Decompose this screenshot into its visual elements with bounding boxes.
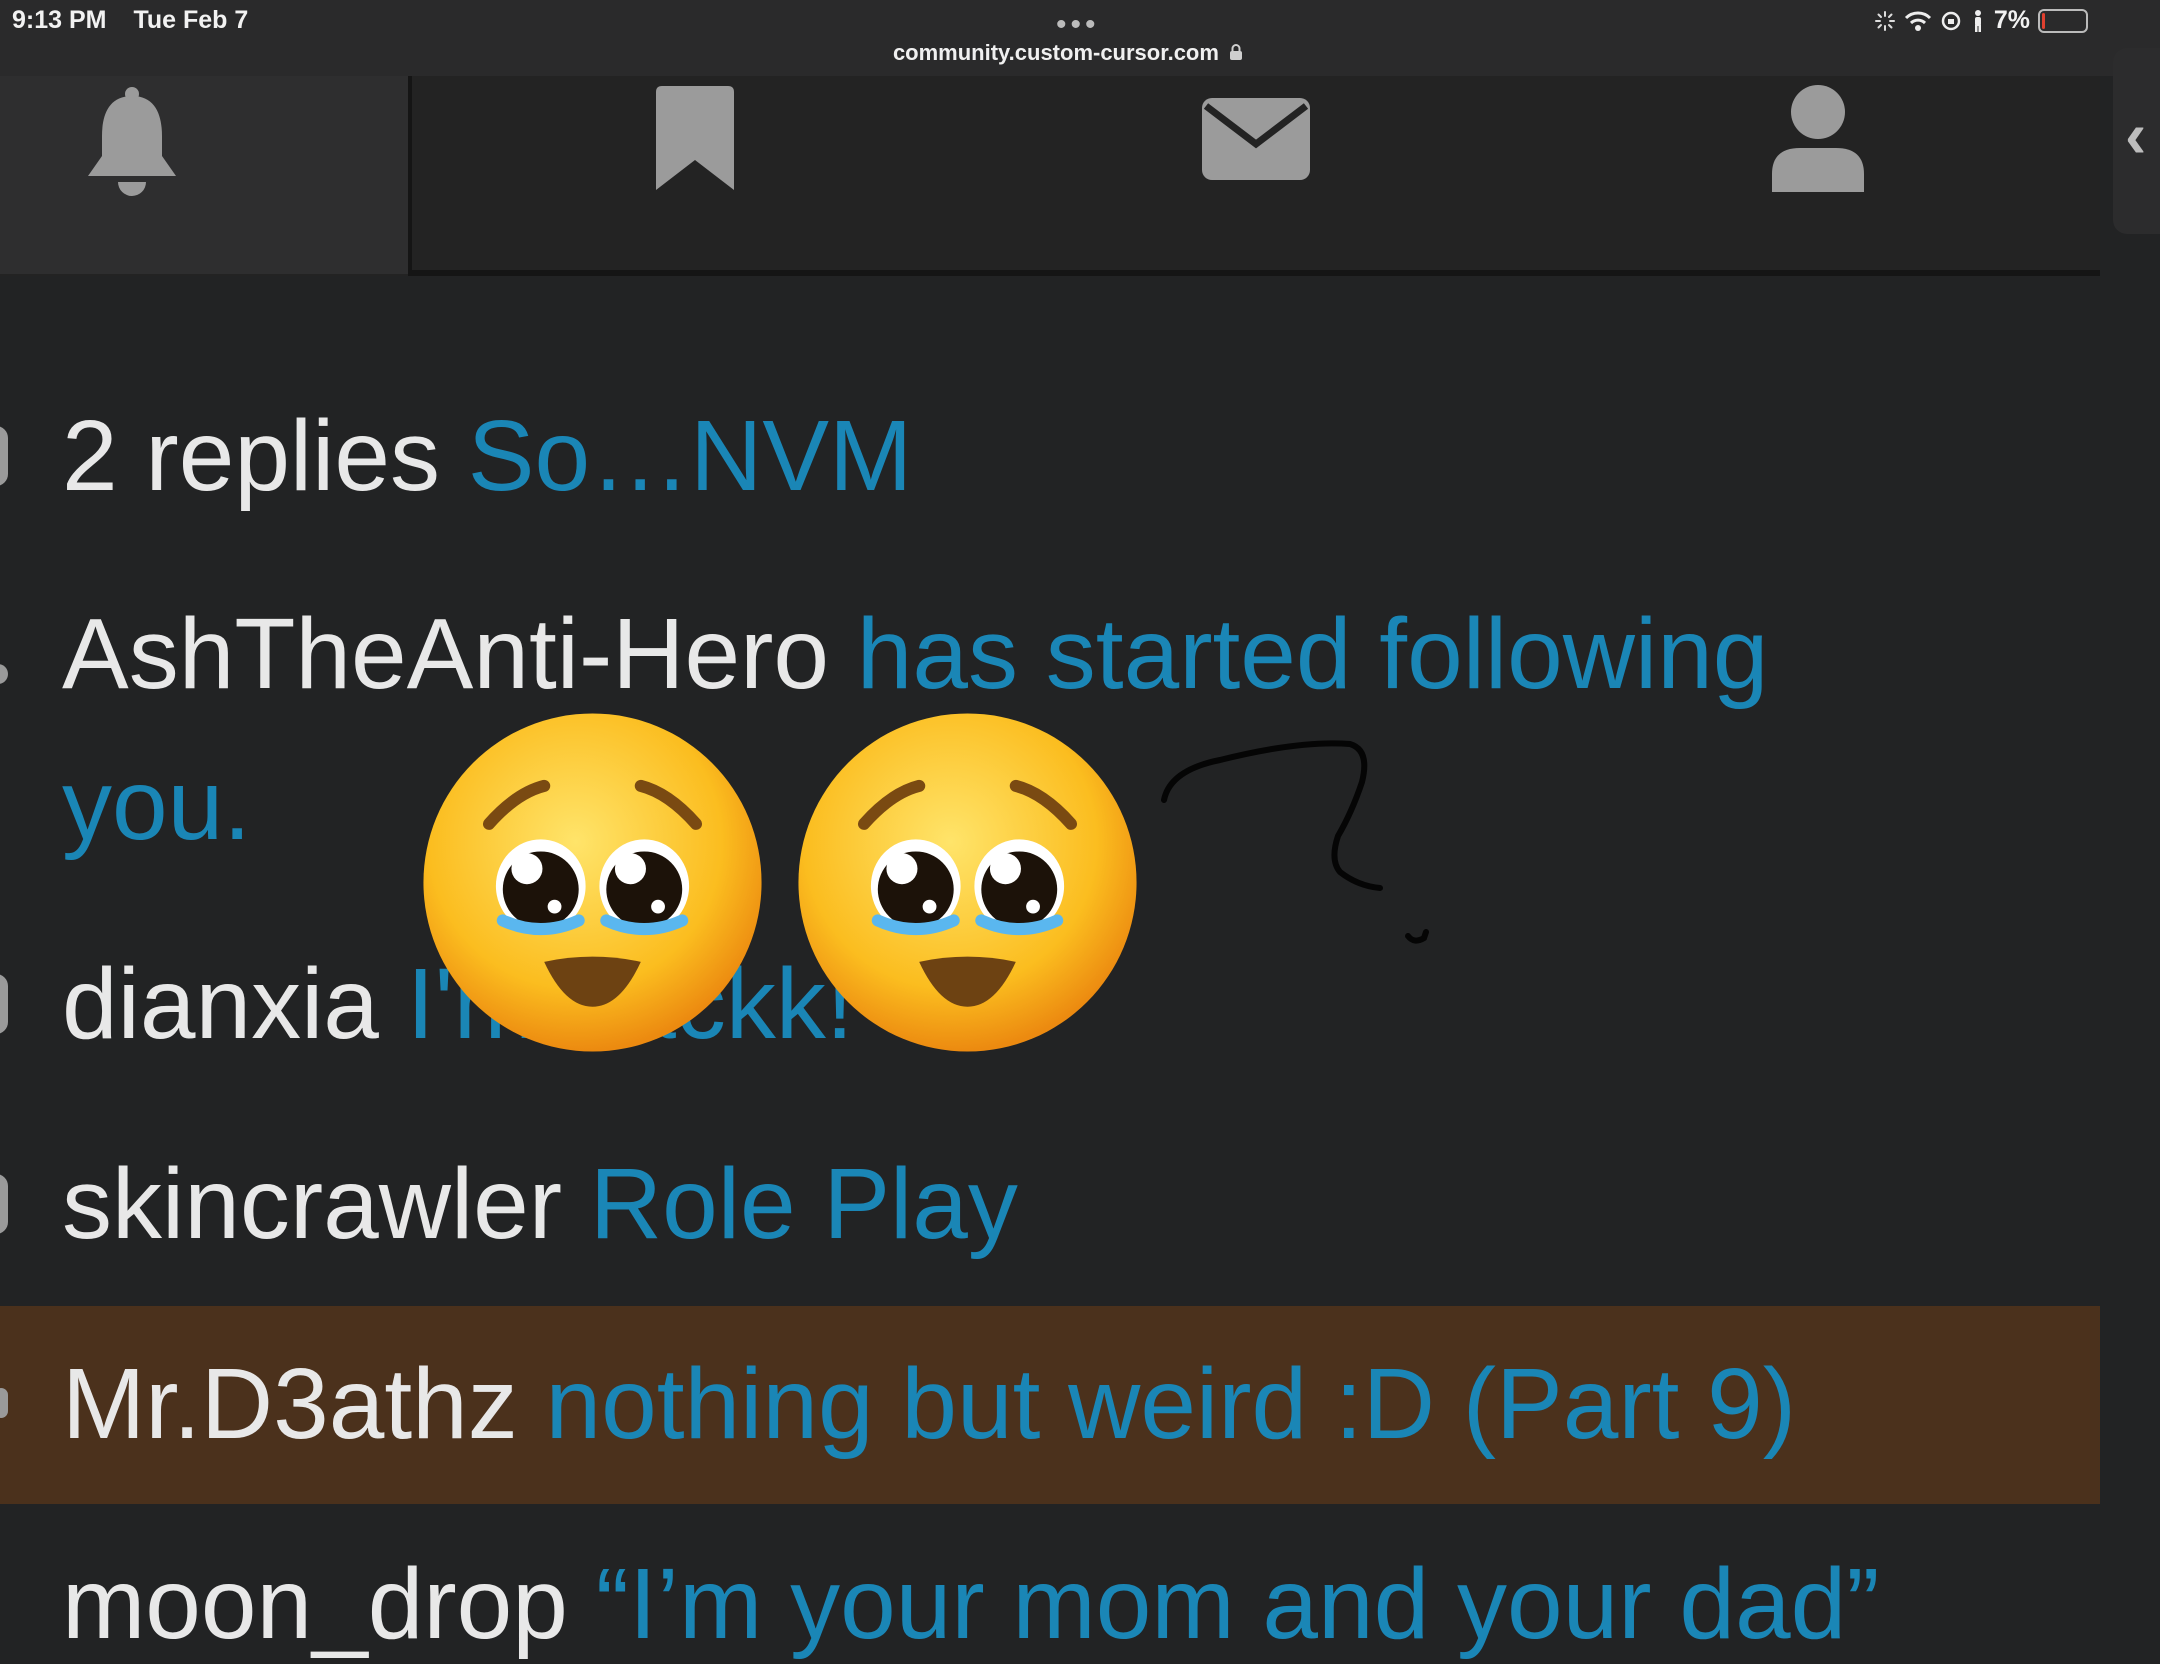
chevron-left-icon: ‹ [2125,99,2147,171]
notification-user[interactable]: Mr.D3athz [62,1348,518,1460]
accessibility-icon [1974,9,1981,32]
list-item[interactable]: moon_drop “I’m your mom and your dad” [0,1544,2100,1664]
list-item[interactable]: AshTheAnti-Hero has started following [0,594,2100,714]
lock-icon [1230,44,1243,60]
notification-user[interactable]: moon_drop [62,1548,568,1660]
bookmark-icon[interactable] [654,86,736,192]
wifi-icon [1904,11,1931,31]
status-indicators: 7% [1874,6,2088,35]
list-item[interactable]: Mr.D3athz nothing but weird :D (Part 9) [0,1344,2100,1464]
envelope-icon[interactable] [1202,98,1310,180]
list-item[interactable]: 2 replies So…NVM [0,396,2100,516]
notification-user[interactable]: AshTheAnti-Hero [62,598,829,710]
avatar [0,974,8,1034]
list-item[interactable]: skincrawler Role Play [0,1144,2100,1264]
notification-topic[interactable]: Role Play [590,1148,1018,1260]
nav-tab-notifications[interactable] [0,76,408,274]
notification-nav-bar [0,76,2100,276]
notification-topic[interactable]: So…NVM [468,400,913,512]
notification-topic[interactable]: “I’m your mom and your dad” [596,1548,1880,1660]
pleading-face-emoji [798,713,1137,1052]
more-dots-icon[interactable]: ••• [1056,10,1100,40]
sidebar-toggle[interactable]: ‹ [2113,48,2160,234]
avatar [0,426,8,486]
notification-topic-continued[interactable]: you. [62,749,251,861]
battery-percent: 7% [1993,6,2030,34]
bell-icon [88,87,176,196]
notification-user[interactable]: dianxia [62,948,379,1060]
status-time-date: 9:13 PM Tue Feb 7 [12,6,268,35]
notification-user[interactable]: skincrawler [62,1148,562,1260]
hand-drawn-question-mark [1161,740,1429,944]
url-text: community.custom-cursor.com [892,40,1219,65]
pleading-face-emoji [423,713,762,1052]
address-bar[interactable]: community.custom-cursor.com [0,40,2136,66]
notification-topic[interactable]: nothing but weird :D (Part 9) [546,1348,1797,1460]
notification-user[interactable]: 2 replies [62,400,440,512]
avatar [0,664,8,684]
orientation-lock-icon [1941,11,1961,30]
activity-icon [1874,10,1895,31]
status-date: Tue Feb 7 [133,6,249,34]
status-bar: 9:13 PM Tue Feb 7 ••• community.custom-c… [0,0,2160,76]
user-icon[interactable] [1770,84,1866,192]
avatar [0,1174,8,1234]
status-time: 9:13 PM [12,6,107,34]
battery-icon [2038,8,2088,33]
notification-topic[interactable]: has started following [857,598,1769,710]
avatar [0,1388,8,1418]
